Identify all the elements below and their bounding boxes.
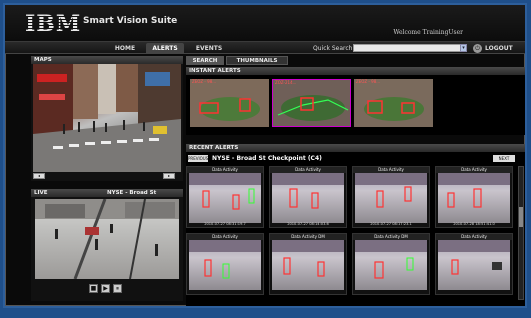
welcome-text: Welcome TrainingUser <box>393 29 463 36</box>
live-header: LIVE NYSE - Broad St <box>31 189 183 197</box>
instant-alert-label: ZEOZ - 98... <box>356 79 381 84</box>
alert-cell[interactable]: Data Activity 2010-07-27 08:31:19.7 <box>186 166 264 228</box>
alert-timestamp <box>436 289 512 294</box>
quick-search-label: Quick Search <box>313 45 353 52</box>
stop-icon[interactable]: ■ <box>89 284 98 293</box>
tab-alerts[interactable]: ALERTS <box>146 43 184 54</box>
alert-thumbnail <box>438 173 510 223</box>
chevron-down-icon[interactable]: ▾ <box>460 44 467 52</box>
alert-thumbnail <box>189 173 261 223</box>
logout-icon[interactable]: ⏻ <box>473 44 482 53</box>
recent-alerts-scrollbar[interactable] <box>518 166 524 300</box>
live-video-feed[interactable] <box>35 199 179 279</box>
ibm-logo: IBM <box>25 11 82 37</box>
alert-cell[interactable]: Data Activity <box>186 233 264 295</box>
tab-home[interactable]: HOME <box>108 43 142 54</box>
alert-timestamp: 2010-07-27 08:14:03.6 <box>287 222 329 226</box>
instant-alert-thumb[interactable]: ZOZ-214... <box>272 79 351 127</box>
app-window: IBM Smart Vision Suite Welcome TrainingU… <box>3 3 527 308</box>
alert-cell[interactable]: Data Activity 2010-07-28 18:51:41.0 <box>435 166 513 228</box>
alert-cell[interactable]: Data Activity 2010-07-27 08:14:03.6 <box>269 166 347 228</box>
recent-alerts-grid: Data Activity 2010-07-27 08:31:19.7 Data… <box>186 166 516 302</box>
subtabs: SEARCH THUMBNAILS <box>186 56 525 66</box>
alert-timestamp: 2010-07-27 08:31:19.7 <box>204 222 246 226</box>
alert-cell[interactable]: Data Activity <box>435 233 513 295</box>
previous-button[interactable]: PREVIOUS <box>188 155 208 162</box>
alert-thumbnail <box>272 173 344 223</box>
play-icon[interactable]: ▶ <box>101 284 110 293</box>
tab-events[interactable]: EVENTS <box>190 43 228 54</box>
next-button[interactable]: NEXT <box>493 155 515 162</box>
maps-title: MAPS <box>31 56 183 64</box>
recent-alerts-panel: RECENT ALERTS PREVIOUS NYSE - Broad St C… <box>186 144 525 306</box>
alert-thumbnail <box>355 173 427 223</box>
alert-timestamp: 2010-07-27 08:17:23.1 <box>370 222 412 226</box>
map-next-icon[interactable]: ▸ <box>163 173 175 179</box>
maps-footer: ◂ ▸ <box>31 172 183 181</box>
logout-button[interactable]: LOGOUT <box>485 43 513 54</box>
alert-cell[interactable]: Data Activity 2010-07-27 08:17:23.1 <box>352 166 430 228</box>
instant-alert-label: ZEOZ - 98... <box>192 79 217 84</box>
tab-thumbnails[interactable]: THUMBNAILS <box>226 56 288 65</box>
alert-timestamp: 2010-07-28 18:51:41.0 <box>453 222 495 226</box>
instant-alert-label: ZOZ-214... <box>275 80 297 85</box>
alert-thumbnail <box>272 240 344 290</box>
alert-timestamp <box>270 289 346 294</box>
scroll-thumb[interactable] <box>519 207 523 227</box>
live-camera-name: NYSE - Broad St <box>107 190 157 196</box>
map-image[interactable] <box>33 64 181 172</box>
live-title: LIVE <box>34 190 48 196</box>
instant-alert-thumb[interactable]: ZEOZ - 98... <box>354 79 433 127</box>
pause-icon[interactable]: ⏸ <box>113 284 122 293</box>
live-panel: LIVE NYSE - Broad St ■ ▶ ⏸ <box>31 189 183 301</box>
map-prev-icon[interactable]: ◂ <box>33 173 45 179</box>
main-nav: HOME ALERTS EVENTS Quick Search ▾ ⏻ LOGO… <box>5 41 525 54</box>
quick-search-input[interactable] <box>353 44 465 52</box>
instant-alert-thumb[interactable]: ZEOZ - 98... <box>190 79 269 127</box>
alert-thumbnail <box>355 240 427 290</box>
alert-thumbnail <box>438 240 510 290</box>
instant-alerts-panel: INSTANT ALERTS ZEOZ - 98... ZOZ-214... Z… <box>186 67 525 135</box>
instant-alerts-title: INSTANT ALERTS <box>186 67 525 75</box>
suite-title: Smart Vision Suite <box>83 16 178 26</box>
alert-thumbnail <box>189 240 261 290</box>
alert-timestamp <box>353 289 429 294</box>
recent-alerts-toolbar: PREVIOUS NYSE - Broad St Checkpoint (C4)… <box>186 154 525 164</box>
tab-search[interactable]: SEARCH <box>186 56 224 65</box>
camera-title: NYSE - Broad St Checkpoint (C4) <box>212 155 322 162</box>
alert-cell[interactable]: Data Activity DM <box>352 233 430 295</box>
alert-cell[interactable]: Data Activity DM <box>269 233 347 295</box>
maps-panel: MAPS ◂ ▸ <box>31 56 183 181</box>
title-bar: IBM Smart Vision Suite Welcome TrainingU… <box>5 5 525 41</box>
alerts-area: SEARCH THUMBNAILS INSTANT ALERTS ZEOZ - … <box>186 56 525 306</box>
alert-timestamp <box>187 289 263 294</box>
recent-alerts-title: RECENT ALERTS <box>186 144 525 152</box>
